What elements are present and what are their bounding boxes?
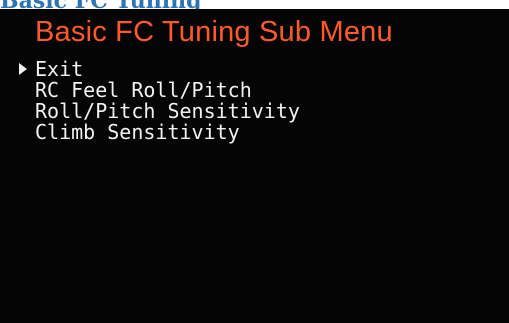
osd-screen: Basic FC Tuning Sub Menu Exit RC Feel Ro… (0, 9, 509, 323)
menu-title: Basic FC Tuning Sub Menu (35, 16, 393, 48)
menu-item-rc-feel-roll-pitch[interactable]: RC Feel Roll/Pitch (19, 80, 300, 101)
page: Basic FC Tuning Basic FC Tuning Sub Menu… (0, 0, 509, 323)
menu-item-roll-pitch-sensitivity[interactable]: Roll/Pitch Sensitivity (19, 101, 300, 122)
menu-item-exit[interactable]: Exit (19, 59, 300, 80)
selection-cursor-icon (19, 63, 27, 75)
menu-item-label: Climb Sensitivity (35, 120, 240, 144)
menu-item-climb-sensitivity[interactable]: Climb Sensitivity (19, 122, 300, 143)
menu-list: Exit RC Feel Roll/Pitch Roll/Pitch Sensi… (19, 59, 300, 143)
